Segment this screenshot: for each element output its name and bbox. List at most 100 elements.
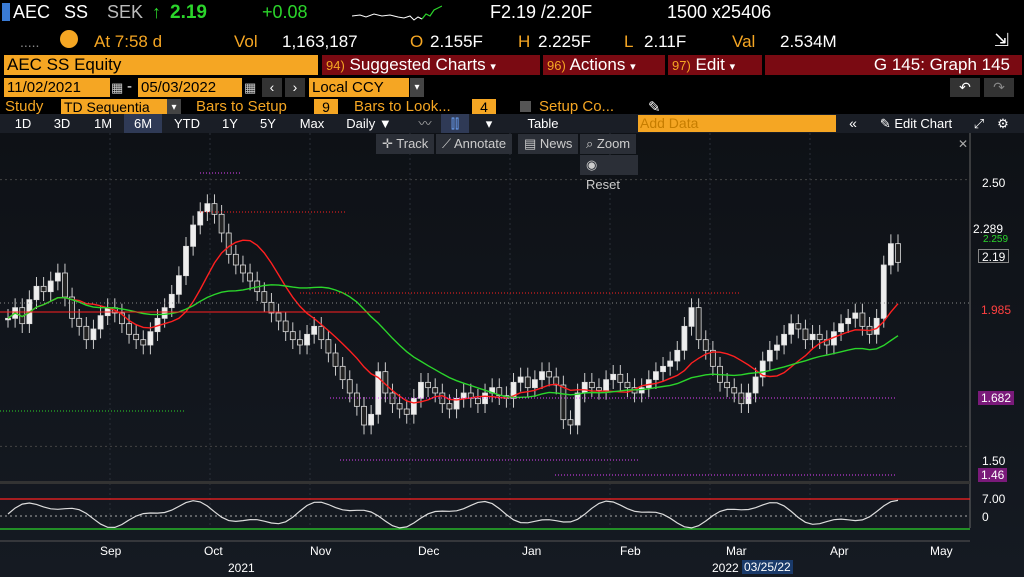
candle-body (268, 301, 275, 314)
candle-body (788, 323, 795, 335)
candle-body (560, 384, 567, 421)
gauge-icon[interactable] (60, 30, 78, 48)
settings-icon[interactable]: ⤢ (970, 114, 988, 133)
candle-body (76, 317, 83, 327)
suggested-charts-menu[interactable]: 94) Suggested Charts ▾ (322, 55, 540, 75)
price-tag-label: 1.46 (981, 468, 1005, 482)
zoom-label: Zoom (596, 136, 631, 151)
candle-body (795, 323, 802, 330)
prev-range-button[interactable]: ‹ (262, 78, 282, 97)
candle-body (211, 203, 218, 215)
candle-body (852, 312, 859, 319)
pencil-icon: ✎ (879, 116, 891, 131)
candlestick-icon[interactable]: ⫿⫿ (441, 114, 469, 133)
x-month-label: Sep (100, 544, 122, 558)
magnifier-icon: ⌕ (586, 136, 597, 151)
price-tag-label: 2.19 (982, 250, 1006, 264)
suggested-charts-num: 94) (326, 58, 345, 73)
chevron-down-icon[interactable]: ▾ (410, 78, 424, 97)
currency-select[interactable]: Local CCY (309, 78, 409, 97)
chart-area[interactable]: ✛ Track ⟋ Annotate ▤ News ⌕ Zoom ◉ Reset… (0, 133, 1024, 577)
track-label: Track (396, 136, 429, 151)
x-month-label: Apr (830, 544, 849, 558)
candle-body (603, 379, 609, 391)
candle-body (539, 371, 545, 381)
price-change: +0.08 (262, 2, 308, 22)
collapse-icon[interactable]: « (842, 114, 864, 133)
resize-window-icon[interactable]: ⇲ (994, 30, 1009, 51)
price-tag: 1.682 (978, 391, 1015, 405)
price-tag-label: 1.985 (981, 303, 1012, 317)
period-ytd[interactable]: YTD (166, 114, 208, 133)
open-price: 2.155F (430, 32, 483, 51)
reset-label: Reset (586, 177, 620, 192)
line-chart-icon[interactable]: 〰 (410, 114, 440, 133)
bars-setup-label: Bars to Setup (196, 98, 287, 115)
x-month-label: Mar (726, 544, 747, 558)
security-name[interactable]: AEC SS Equity (4, 55, 318, 75)
period-1d[interactable]: 1D (6, 114, 40, 133)
candle-body (432, 387, 439, 394)
candle-body (232, 253, 239, 266)
news-tool[interactable]: ▤ News (518, 134, 579, 154)
candle-body (325, 339, 332, 354)
track-tool[interactable]: ✛ Track (376, 134, 435, 154)
osc-tick-label: 0 (982, 510, 989, 524)
add-data-input[interactable]: Add Data (638, 115, 836, 132)
chevron-down-icon[interactable]: ▾ (476, 114, 502, 133)
edit-chart-button[interactable]: ✎ Edit Chart (868, 114, 964, 133)
end-date-input[interactable]: 05/03/2022 (138, 78, 242, 97)
close-icon[interactable]: ✕ (958, 137, 968, 151)
table-button[interactable]: Table (508, 114, 578, 133)
sparkline (352, 5, 442, 21)
redo-button[interactable]: ↷ (984, 78, 1014, 97)
period-5y[interactable]: 5Y (250, 114, 286, 133)
actions-menu[interactable]: 96) Actions ▾ (543, 55, 665, 75)
start-date-input[interactable]: 11/02/2021 (4, 78, 110, 97)
candle-body (674, 349, 681, 362)
setup-checkbox[interactable] (520, 101, 531, 112)
value-traded: 2.534M (780, 32, 837, 51)
period-6m[interactable]: 6M (124, 114, 162, 133)
period-1y[interactable]: 1Y (212, 114, 248, 133)
candle-body (311, 325, 318, 335)
more-dots-icon[interactable]: ..... (20, 34, 39, 50)
calendar-icon[interactable]: ▦ (111, 80, 123, 96)
date-range-row: 11/02/2021 ▦ - 05/03/2022 ▦ ‹ › Local CC… (0, 77, 1024, 99)
quote-detail-row: ..... At 7:58 d Vol 1,163,187 O 2.155F H… (0, 26, 1024, 56)
chevron-down-icon: ▼ (378, 116, 392, 131)
undo-button[interactable]: ↶ (950, 78, 980, 97)
period-max[interactable]: Max (290, 114, 334, 133)
candle-body (133, 333, 140, 341)
candle-body (62, 272, 68, 298)
zoom-tool[interactable]: ⌕ Zoom (580, 134, 637, 154)
gear-icon[interactable]: ⚙ (994, 114, 1012, 133)
setup-co-label: Setup Co... (539, 98, 615, 115)
period-1m[interactable]: 1M (84, 114, 122, 133)
crosshair-icon: ✛ (382, 136, 397, 151)
period-3d[interactable]: 3D (44, 114, 80, 133)
last-price: 2.19 (170, 2, 207, 23)
candle-body (175, 275, 182, 295)
frequency-select[interactable]: Daily ▼ (338, 114, 400, 133)
up-arrow-icon: ↑ (152, 2, 161, 22)
candle-body (774, 344, 780, 351)
candle-body (702, 339, 709, 351)
candle-body (624, 381, 631, 389)
x-month-label: May (930, 544, 953, 558)
next-range-button[interactable]: › (285, 78, 305, 97)
candle-body (346, 379, 353, 394)
candle-body (183, 245, 189, 277)
candle-body (289, 331, 296, 341)
bid-ask-size: 1500 x25406 (667, 2, 772, 22)
reset-tool[interactable]: ◉ Reset (580, 155, 638, 192)
y-tick-label: 2.50 (982, 176, 1006, 190)
calendar-icon[interactable]: ▦ (244, 80, 256, 96)
price-chart-svg[interactable] (0, 133, 1024, 577)
candle-body (681, 325, 688, 351)
date-separator: - (127, 78, 132, 95)
ticker: AEC (13, 2, 51, 22)
radio-icon: ◉ (586, 157, 598, 172)
edit-menu[interactable]: 97) Edit ▾ (668, 55, 762, 75)
annotate-tool[interactable]: ⟋ Annotate (436, 134, 513, 154)
